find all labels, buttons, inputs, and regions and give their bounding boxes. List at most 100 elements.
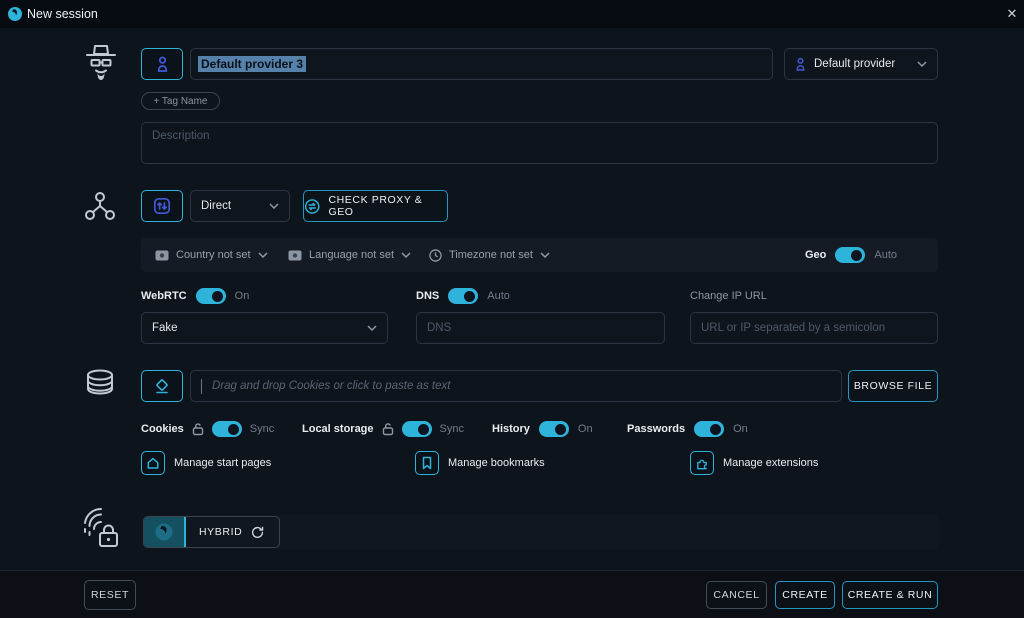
webrtc-toggle-group: WebRTC On — [141, 287, 249, 305]
new-session-dialog: New session ✕ Defaul — [0, 0, 1024, 618]
app-logo-icon — [144, 517, 185, 547]
app-logo-icon — [8, 7, 22, 21]
manage-bookmarks-label: Manage bookmarks — [448, 457, 545, 469]
reset-button[interactable]: RESET — [84, 580, 136, 610]
webrtc-toggle[interactable] — [196, 288, 226, 304]
dns-input[interactable] — [416, 312, 665, 344]
cookies-toggle-group: Cookies Sync — [141, 420, 274, 438]
flag-icon — [155, 250, 169, 261]
geo-settings-bar: Country not set Language not set Timezon… — [141, 238, 938, 272]
passwords-toggle-group: Passwords On — [627, 420, 748, 438]
local-storage-state: Sync — [440, 423, 464, 435]
provider-dropdown[interactable]: Default provider — [784, 48, 938, 80]
person-icon — [156, 56, 169, 73]
history-toggle[interactable] — [539, 421, 569, 437]
country-dropdown[interactable]: Country not set — [155, 238, 268, 272]
profile-icon-button[interactable] — [141, 48, 183, 80]
flag-icon — [288, 250, 302, 261]
dialog-title: New session — [27, 7, 98, 21]
check-proxy-label: CHECK PROXY & GEO — [328, 194, 447, 218]
passwords-toggle[interactable] — [694, 421, 724, 437]
check-proxy-icon — [304, 198, 320, 215]
manage-extensions-button[interactable]: Manage extensions — [690, 451, 818, 475]
timezone-dropdown[interactable]: Timezone not set — [429, 238, 550, 272]
person-icon — [795, 57, 806, 72]
change-ip-url-input[interactable] — [690, 312, 938, 344]
create-label: CREATE — [782, 589, 827, 601]
refresh-icon[interactable] — [250, 525, 265, 540]
chevron-down-icon — [917, 61, 927, 67]
create-and-run-button[interactable]: CREATE & RUN — [842, 581, 938, 609]
geo-state: Auto — [874, 249, 897, 261]
cookies-label: Cookies — [141, 423, 184, 435]
eraser-icon — [152, 377, 172, 395]
webrtc-state: On — [235, 290, 250, 302]
create-and-run-label: CREATE & RUN — [848, 589, 933, 601]
create-button[interactable]: CREATE — [775, 581, 835, 609]
bookmark-icon — [415, 451, 439, 475]
country-label: Country not set — [176, 249, 251, 261]
dns-toggle-group: DNS Auto — [416, 287, 510, 305]
proxy-type-dropdown[interactable]: Direct — [190, 190, 290, 222]
proxy-type-icon-button[interactable] — [141, 190, 183, 222]
dns-state: Auto — [487, 290, 510, 302]
local-storage-toggle-group: Local storage Sync — [302, 420, 464, 438]
description-textarea[interactable] — [142, 123, 937, 163]
language-dropdown[interactable]: Language not set — [288, 238, 411, 272]
lock-icon[interactable] — [192, 422, 204, 436]
manage-start-pages-button[interactable]: Manage start pages — [141, 451, 271, 475]
chevron-down-icon — [367, 325, 377, 331]
browse-file-button[interactable]: BROWSE FILE — [848, 370, 938, 402]
manage-bookmarks-button[interactable]: Manage bookmarks — [415, 451, 545, 475]
manage-start-pages-label: Manage start pages — [174, 457, 271, 469]
local-storage-toggle[interactable] — [402, 421, 432, 437]
home-icon — [141, 451, 165, 475]
fingerprint-mode-button[interactable]: HYBRID — [143, 516, 280, 548]
history-label: History — [492, 423, 530, 435]
reset-label: RESET — [91, 589, 129, 601]
cookies-drop-zone[interactable] — [190, 370, 842, 402]
fingerprint-mode-label: HYBRID — [199, 526, 242, 538]
unlock-icon[interactable] — [382, 422, 394, 436]
chevron-down-icon — [401, 252, 411, 258]
fingerprint-lock-icon — [80, 505, 122, 551]
close-icon[interactable]: ✕ — [1002, 5, 1022, 23]
webrtc-mode-dropdown[interactable]: Fake — [141, 312, 388, 344]
clear-cookies-button[interactable] — [141, 370, 183, 402]
proxy-network-icon — [84, 190, 116, 222]
dns-toggle[interactable] — [448, 288, 478, 304]
cancel-label: CANCEL — [713, 589, 759, 601]
cookies-paste-field[interactable] — [202, 371, 841, 401]
webrtc-mode-label: Fake — [152, 322, 359, 334]
chevron-down-icon — [540, 252, 550, 258]
history-toggle-group: History On — [492, 420, 593, 438]
browse-file-label: BROWSE FILE — [854, 380, 932, 392]
footer-bar: RESET CANCEL CREATE CREATE & RUN — [0, 570, 1024, 618]
provider-dropdown-label: Default provider — [814, 58, 909, 70]
change-ip-url-field[interactable] — [691, 313, 937, 343]
geo-toggle[interactable] — [835, 247, 865, 263]
cookies-state: Sync — [250, 423, 274, 435]
clock-icon — [429, 249, 442, 262]
chevron-down-icon — [269, 203, 279, 209]
dns-input-field[interactable] — [417, 313, 664, 343]
passwords-label: Passwords — [627, 423, 685, 435]
webrtc-label: WebRTC — [141, 290, 187, 302]
timezone-label: Timezone not set — [449, 249, 533, 261]
cookies-toggle[interactable] — [212, 421, 242, 437]
cookies-database-icon — [84, 368, 116, 402]
change-ip-url-label: Change IP URL — [690, 290, 767, 302]
add-tag-button[interactable]: + Tag Name — [141, 92, 220, 110]
cancel-button[interactable]: CANCEL — [706, 581, 767, 609]
description-field[interactable] — [141, 122, 938, 164]
session-name-value: Default provider 3 — [198, 56, 306, 72]
geo-label: Geo — [805, 249, 826, 261]
check-proxy-geo-button[interactable]: CHECK PROXY & GEO — [303, 190, 448, 222]
proxy-type-label: Direct — [201, 200, 261, 212]
session-name-input[interactable]: Default provider 3 — [190, 48, 773, 80]
dns-label: DNS — [416, 290, 439, 302]
puzzle-icon — [690, 451, 714, 475]
add-tag-label: + Tag Name — [153, 96, 207, 107]
swap-arrows-icon — [152, 196, 172, 216]
history-state: On — [578, 423, 593, 435]
